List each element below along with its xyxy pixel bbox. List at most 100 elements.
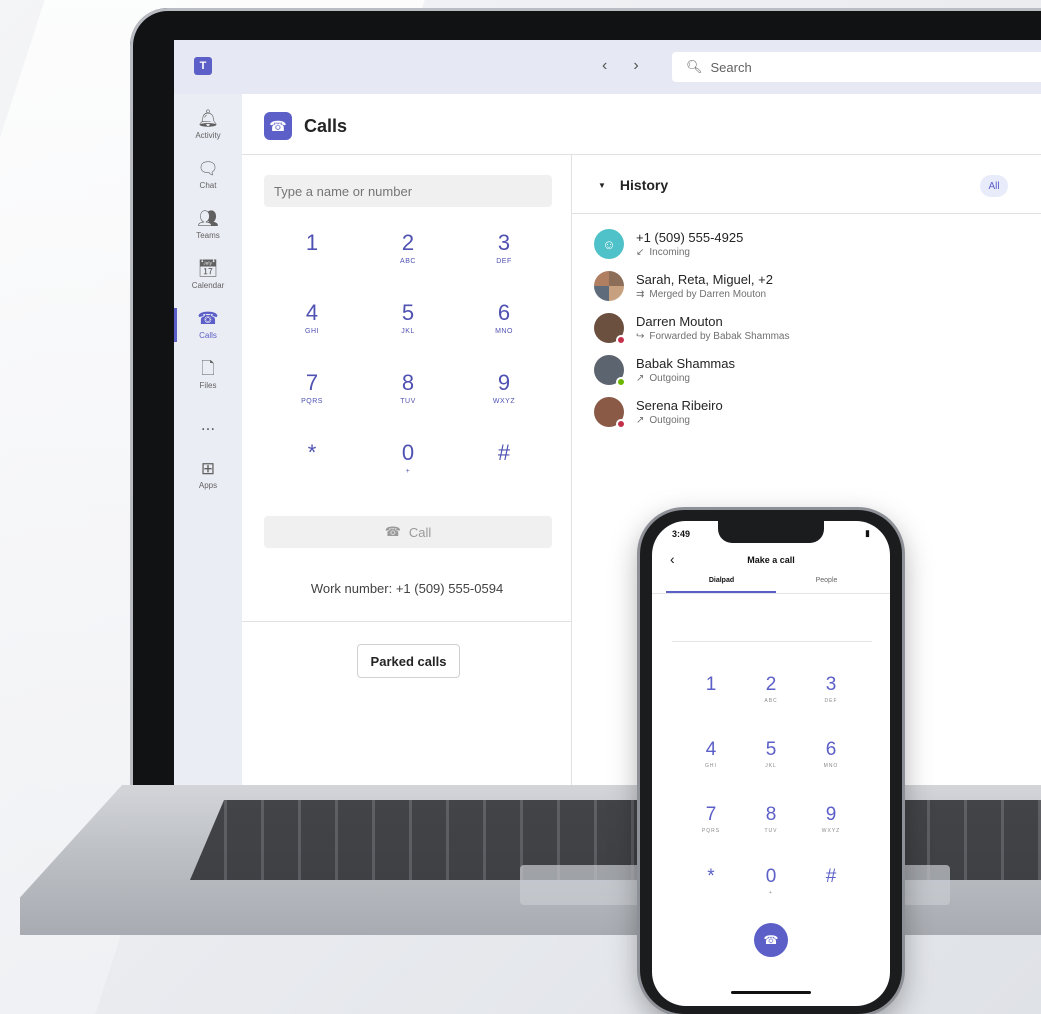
dial-key[interactable]: 8 TUV [360,357,456,433]
history-name: Babak Shammas [636,356,735,371]
rail-label: Calls [199,331,217,340]
phone-dial-key[interactable]: 0 + [738,859,804,923]
history-detail: Forwarded by Babak Shammas [649,331,790,342]
avatar [594,355,626,387]
dial-key[interactable]: 6 MNO [456,287,552,363]
dial-key[interactable]: 4 GHI [264,287,360,363]
history-item[interactable]: Darren Mouton ↪ Forwarded by Babak Shamma… [594,307,1034,349]
history-detail: Outgoing [649,415,690,426]
chevron-right-icon[interactable]: › [633,57,638,75]
phone-dial-key[interactable]: 4 GHI [678,732,744,796]
battery-icon: ▮ [865,528,870,538]
title-bar: T ‹ › 🔍︎ Search [174,40,1041,94]
caret-down-icon: ▼ [598,180,606,190]
bell-icon: 🔔︎ [197,109,219,128]
panel-divider [242,621,572,622]
teams-logo-icon[interactable]: T [194,57,212,75]
dial-input[interactable] [264,175,552,207]
rail-label: Teams [196,231,220,240]
dial-key[interactable]: # [456,427,552,503]
rail-label: Apps [198,481,218,490]
incoming-call-icon: ↙ [636,247,645,258]
rail-item-apps[interactable]: ⊞ Apps [174,450,242,500]
work-number: Work number: +1 (509) 555-0594 [310,581,504,596]
history-divider [572,213,1041,214]
call-button[interactable]: ☎︎ Call [264,516,552,548]
history-item[interactable]: Sarah, Reta, Miguel, +2 ⇉ Merged by Darre… [594,265,1034,307]
history-name: Darren Mouton [636,314,723,329]
home-indicator [731,991,811,994]
history-name: Sarah, Reta, Miguel, +2 [636,272,773,287]
phone-dial-key[interactable]: 9 WXYZ [798,797,864,861]
dial-key[interactable]: 2 ABC [360,217,456,293]
history-title: History [619,177,669,193]
phone-dial-key[interactable]: 8 TUV [738,797,804,861]
tabs-divider [652,593,890,594]
avatar [594,397,626,429]
filter-all-pill[interactable]: All [980,175,1008,197]
phone-dial-key[interactable]: 2 ABC [738,667,804,731]
phone-icon: ☎︎ [197,309,219,328]
avatar [594,313,626,345]
parked-calls-button[interactable]: Parked calls [357,644,460,678]
rail-item-teams[interactable]: 👥︎ Teams [174,200,242,250]
rail-item-files[interactable]: 🗋︎ Files [174,350,242,400]
phone-dial-key[interactable]: * [678,859,744,923]
phone-dial-key[interactable]: 3 DEF [798,667,864,731]
dial-key[interactable]: 0 + [360,427,456,503]
rail-label: Calendar [191,281,225,290]
rail-item-calls[interactable]: ☎︎ Calls [174,300,242,350]
chat-icon: 🗨︎ [197,159,219,178]
calls-header: ☎︎ Calls [264,112,347,140]
history-detail: Merged by Darren Mouton [649,289,767,300]
app-rail: 🔔︎ Activity 🗨︎ Chat 👥︎ Teams 📅︎ Calendar… [174,94,242,785]
rail-label: Activity [195,131,221,140]
phone-notch [718,521,824,543]
history-name: Serena Ribeiro [636,398,723,413]
search-icon: 🔍︎ [686,59,703,74]
phone-tab-people[interactable]: People [767,577,886,584]
merge-icon: ⇉ [636,289,645,300]
phone-icon: ☎︎ [264,112,292,140]
call-label: Call [408,524,432,540]
history-item[interactable]: Babak Shammas ↗ Outgoing [594,349,1034,391]
search-input[interactable]: 🔍︎ Search [672,52,1041,82]
dial-key[interactable]: 7 PQRS [264,357,360,433]
calendar-icon: 📅︎ [197,259,219,278]
chevron-left-icon[interactable]: ‹ [602,57,607,75]
dial-key[interactable]: 9 WXYZ [456,357,552,433]
dial-panel: 1 2ABC 3DEF 4GHI 5JKL 6MNO 7PQRS 8TUV 9W… [242,155,572,785]
phone-dial-key[interactable]: 7 PQRS [678,797,744,861]
dial-key[interactable]: * [264,427,360,503]
history-header[interactable]: ▼ History [598,177,668,193]
rail-item-activity[interactable]: 🔔︎ Activity [174,100,242,150]
avatar: ☺︎ [594,229,624,259]
dial-key[interactable]: 1 [264,217,360,293]
phone-screen: 3:49 ▮ ‹ Make a call Dialpad People 1 2A… [652,521,890,1006]
phone-dial-key[interactable]: 1 [678,667,744,731]
history-item[interactable]: ☺︎ +1 (509) 555-4925 ↙ Incoming [594,223,1034,265]
search-placeholder: Search [710,59,752,75]
phone-title: Make a call [747,555,795,565]
outgoing-call-icon: ↗ [636,373,645,384]
rail-item-chat[interactable]: 🗨︎ Chat [174,150,242,200]
rail-label: Files [199,381,217,390]
group-avatar [594,271,624,301]
history-detail: Outgoing [649,373,690,384]
forward-icon: ↪ [636,331,645,342]
phone-tab-dialpad[interactable]: Dialpad [662,577,781,584]
phone-icon: ☎︎ [384,524,401,539]
rail-item-more[interactable]: ... [174,400,242,450]
phone-icon: ☎︎ [763,933,779,947]
dial-key[interactable]: 5 JKL [360,287,456,363]
phone-dial-key[interactable]: 5 JKL [738,732,804,796]
page-title: Calls [304,115,348,136]
phone-clock: 3:49 [672,529,691,539]
phone-call-button[interactable]: ☎︎ [754,923,788,957]
phone-dial-key[interactable]: 6 MNO [798,732,864,796]
rail-item-calendar[interactable]: 📅︎ Calendar [174,250,242,300]
file-icon: 🗋︎ [201,359,215,378]
phone-dial-key[interactable]: # [798,859,864,923]
history-item[interactable]: Serena Ribeiro ↗ Outgoing [594,391,1034,433]
dial-key[interactable]: 3 DEF [456,217,552,293]
